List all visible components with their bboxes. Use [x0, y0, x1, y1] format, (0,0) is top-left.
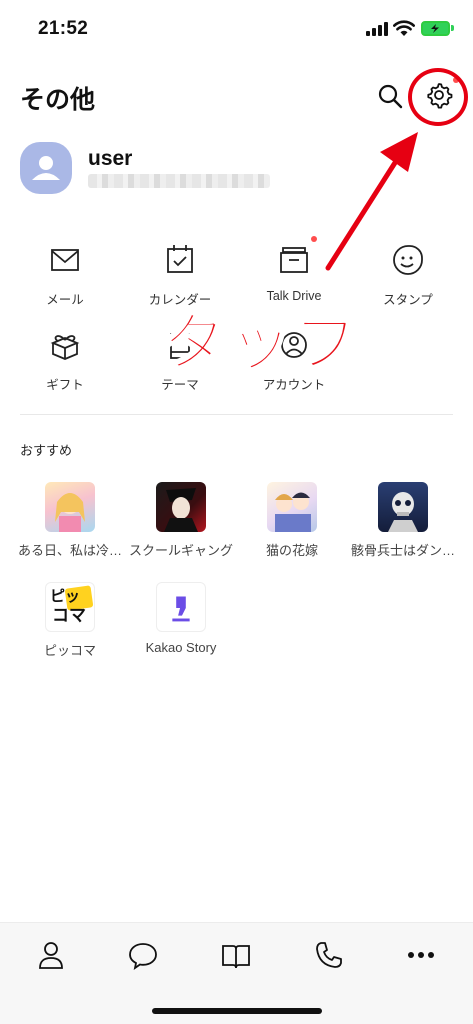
piccoma-logo: ピッ コマ — [45, 582, 95, 632]
app-label: 猫の花嫁 — [265, 543, 318, 558]
section-title-recommended: おすすめ — [20, 443, 73, 458]
status-time: 21:52 — [38, 18, 89, 39]
more-icon[interactable] — [405, 939, 437, 971]
app-label: ピッコマ — [43, 643, 96, 658]
app-thumbnail — [378, 482, 428, 532]
gift-icon — [50, 335, 80, 360]
piccoma-logo-text: ピッ — [50, 588, 81, 605]
app-item[interactable]: ある日、私は冷… — [14, 482, 126, 559]
home-indicator — [152, 1008, 322, 1014]
calendar-icon — [167, 245, 193, 273]
annotation-circle — [408, 68, 468, 126]
app-item[interactable]: Kakao Story — [125, 582, 237, 655]
page-title: その他 — [20, 86, 96, 114]
app-item[interactable]: ピッ コマ ピッコマ — [14, 582, 126, 659]
app-label: ある日、私は冷… — [17, 543, 122, 558]
avatar[interactable] — [20, 142, 72, 194]
mail-icon — [51, 249, 79, 271]
drive-icon — [280, 247, 308, 273]
service-mail[interactable]: メール — [10, 243, 120, 308]
profile-name[interactable]: user — [88, 147, 132, 171]
app-thumbnail — [156, 482, 206, 532]
app-label: Kakao Story — [145, 640, 217, 655]
battery-icon — [421, 21, 450, 36]
friends-icon[interactable] — [35, 939, 67, 971]
search-icon[interactable] — [376, 82, 404, 110]
signal-icon — [366, 22, 388, 36]
app-thumbnail — [45, 482, 95, 532]
app-item[interactable]: 骸骨兵士はダン… — [347, 482, 459, 559]
piccoma-logo-text: コマ — [52, 606, 86, 625]
app-thumbnail — [267, 482, 317, 532]
app-label: スクールギャング — [128, 543, 233, 558]
open-chat-icon[interactable] — [220, 939, 252, 971]
profile-email-blurred — [88, 174, 270, 188]
call-icon[interactable] — [313, 939, 345, 971]
app-label: 骸骨兵士はダン… — [350, 543, 455, 558]
status-bar: 21:52 — [0, 0, 473, 56]
chat-icon[interactable] — [127, 939, 159, 971]
service-sticker[interactable]: スタンプ — [353, 243, 463, 308]
app-item[interactable]: スクールギャング — [125, 482, 237, 559]
service-label: メール — [46, 293, 84, 307]
wifi-icon — [393, 20, 415, 36]
kakao-story-logo — [156, 582, 206, 632]
service-label: ギフト — [46, 378, 84, 392]
drive-badge-dot — [311, 236, 317, 242]
battery-tip — [451, 25, 454, 31]
service-gift[interactable]: ギフト — [10, 328, 120, 393]
app-item[interactable]: 猫の花嫁 — [236, 482, 348, 559]
annotation-text: タップ — [161, 306, 360, 380]
service-label: スタンプ — [383, 293, 433, 307]
sticker-icon — [393, 245, 423, 275]
divider — [20, 414, 453, 415]
